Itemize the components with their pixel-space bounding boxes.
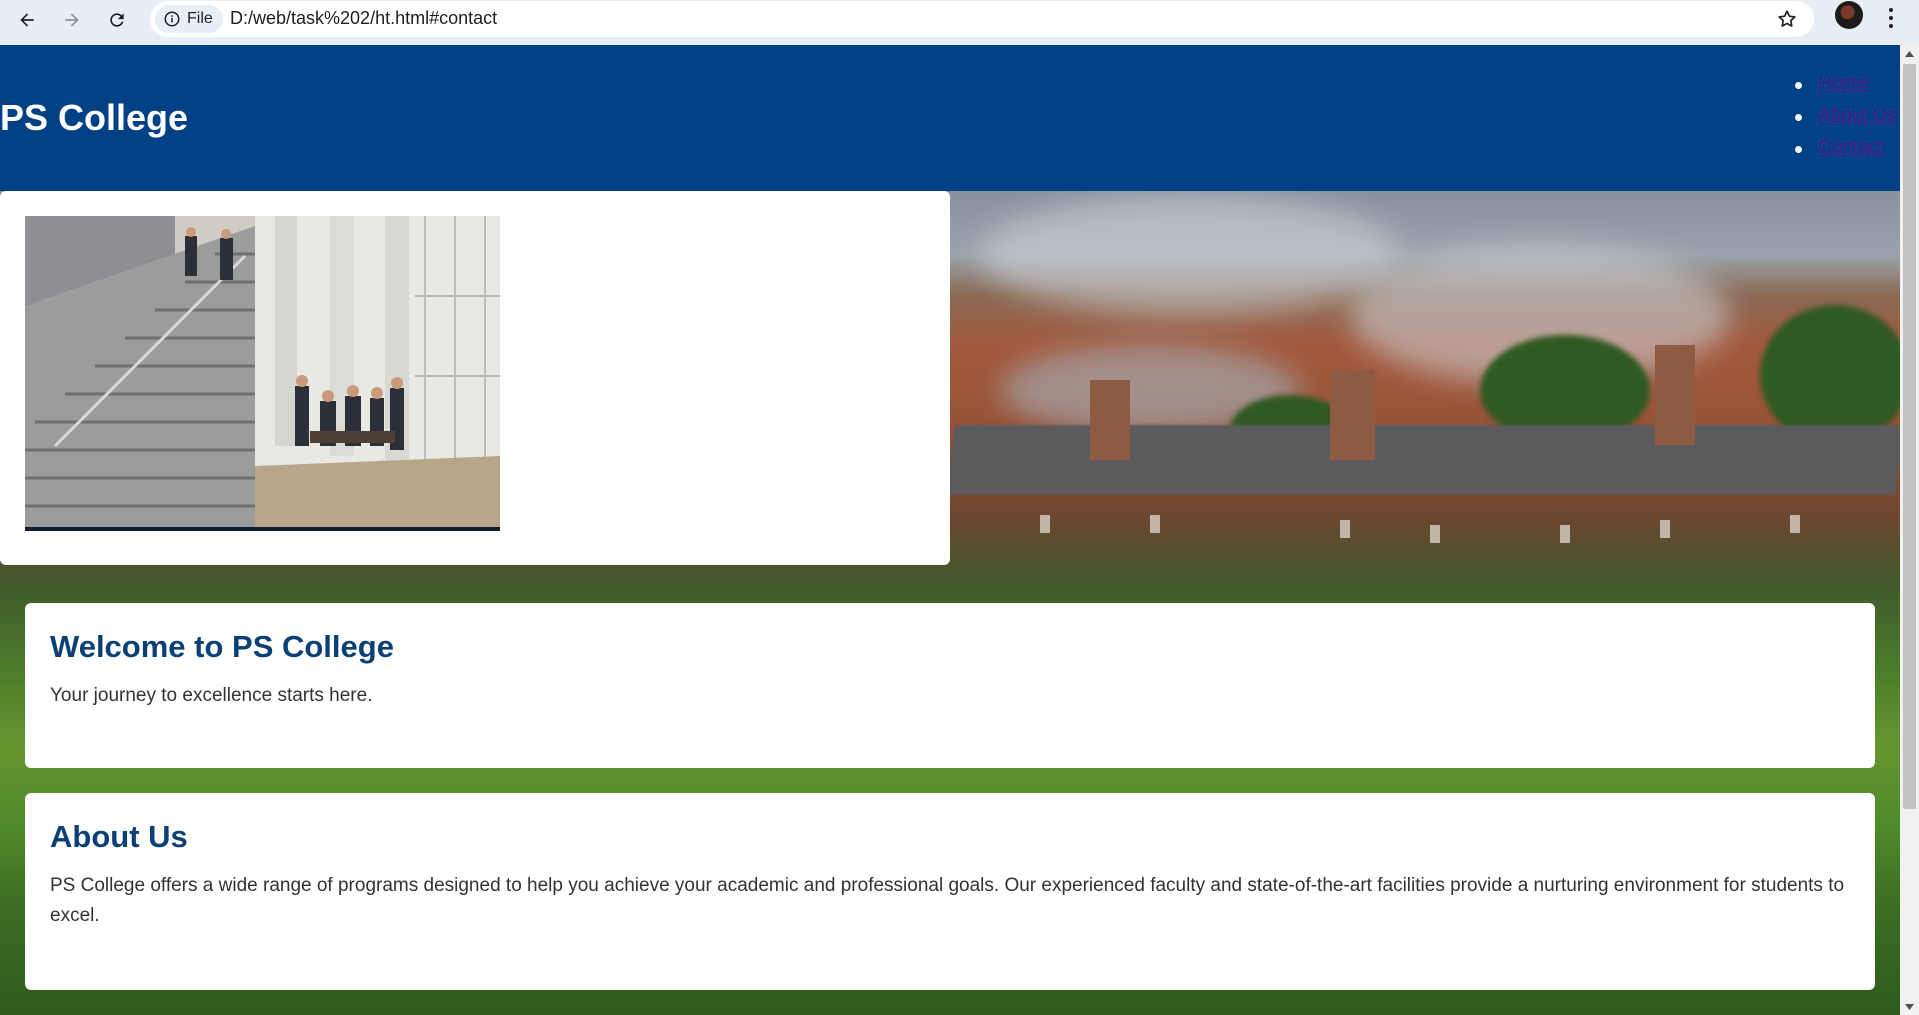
address-bar[interactable]: File D:/web/task%202/ht.html#contact <box>150 1 1814 37</box>
students-photo <box>25 216 500 531</box>
about-text: PS College offers a wide range of progra… <box>50 875 1845 926</box>
chip-label: File <box>187 10 213 27</box>
browser-toolbar: File D:/web/task%202/ht.html#contact <box>0 0 1919 45</box>
scroll-up-arrow-icon[interactable] <box>1900 45 1919 62</box>
info-icon <box>164 11 180 27</box>
forward-button[interactable] <box>55 3 89 37</box>
welcome-heading: Welcome to PS College <box>50 629 394 664</box>
hero-image-card <box>0 191 950 565</box>
scrollbar-thumb[interactable] <box>1903 64 1916 809</box>
more-icon <box>1889 8 1893 12</box>
url-text[interactable]: D:/web/task%202/ht.html#contact <box>230 8 497 29</box>
nav-item-home: Home <box>1795 73 1896 105</box>
site-info-chip[interactable]: File <box>155 5 223 33</box>
about-heading: About Us <box>50 819 188 854</box>
scroll-down-arrow-icon[interactable] <box>1900 998 1919 1015</box>
welcome-text: Your journey to excellence starts here. <box>50 685 373 706</box>
nav-link-home[interactable]: Home <box>1818 73 1869 94</box>
site-title: PS College <box>0 97 189 138</box>
browser-menu-button[interactable] <box>1881 3 1901 33</box>
welcome-section: Welcome to PS College Your journey to ex… <box>25 603 1875 768</box>
reload-icon <box>110 13 124 27</box>
more-icon-dot <box>1889 24 1893 28</box>
back-button[interactable] <box>10 3 44 37</box>
students-photo-illustration <box>25 216 500 527</box>
forward-icon <box>65 13 79 27</box>
about-section: About Us PS College offers a wide range … <box>25 793 1875 990</box>
nav-item-contact: Contact <box>1795 137 1896 169</box>
site-nav: Home About Us Contact <box>1795 73 1896 169</box>
back-icon <box>20 13 34 27</box>
profile-avatar[interactable] <box>1835 1 1863 29</box>
nav-item-about: About Us <box>1795 105 1896 137</box>
site-header: PS College Home About Us Contact <box>0 45 1900 191</box>
more-icon-dot <box>1889 16 1893 20</box>
nav-link-contact[interactable]: Contact <box>1818 137 1883 158</box>
bookmark-star-icon[interactable] <box>1776 8 1798 30</box>
nav-link-about[interactable]: About Us <box>1818 105 1896 126</box>
page-scrollbar[interactable] <box>1900 45 1919 1015</box>
reload-button[interactable] <box>100 3 134 37</box>
page-viewport: PS College Home About Us Contact Welcome… <box>0 45 1900 1015</box>
